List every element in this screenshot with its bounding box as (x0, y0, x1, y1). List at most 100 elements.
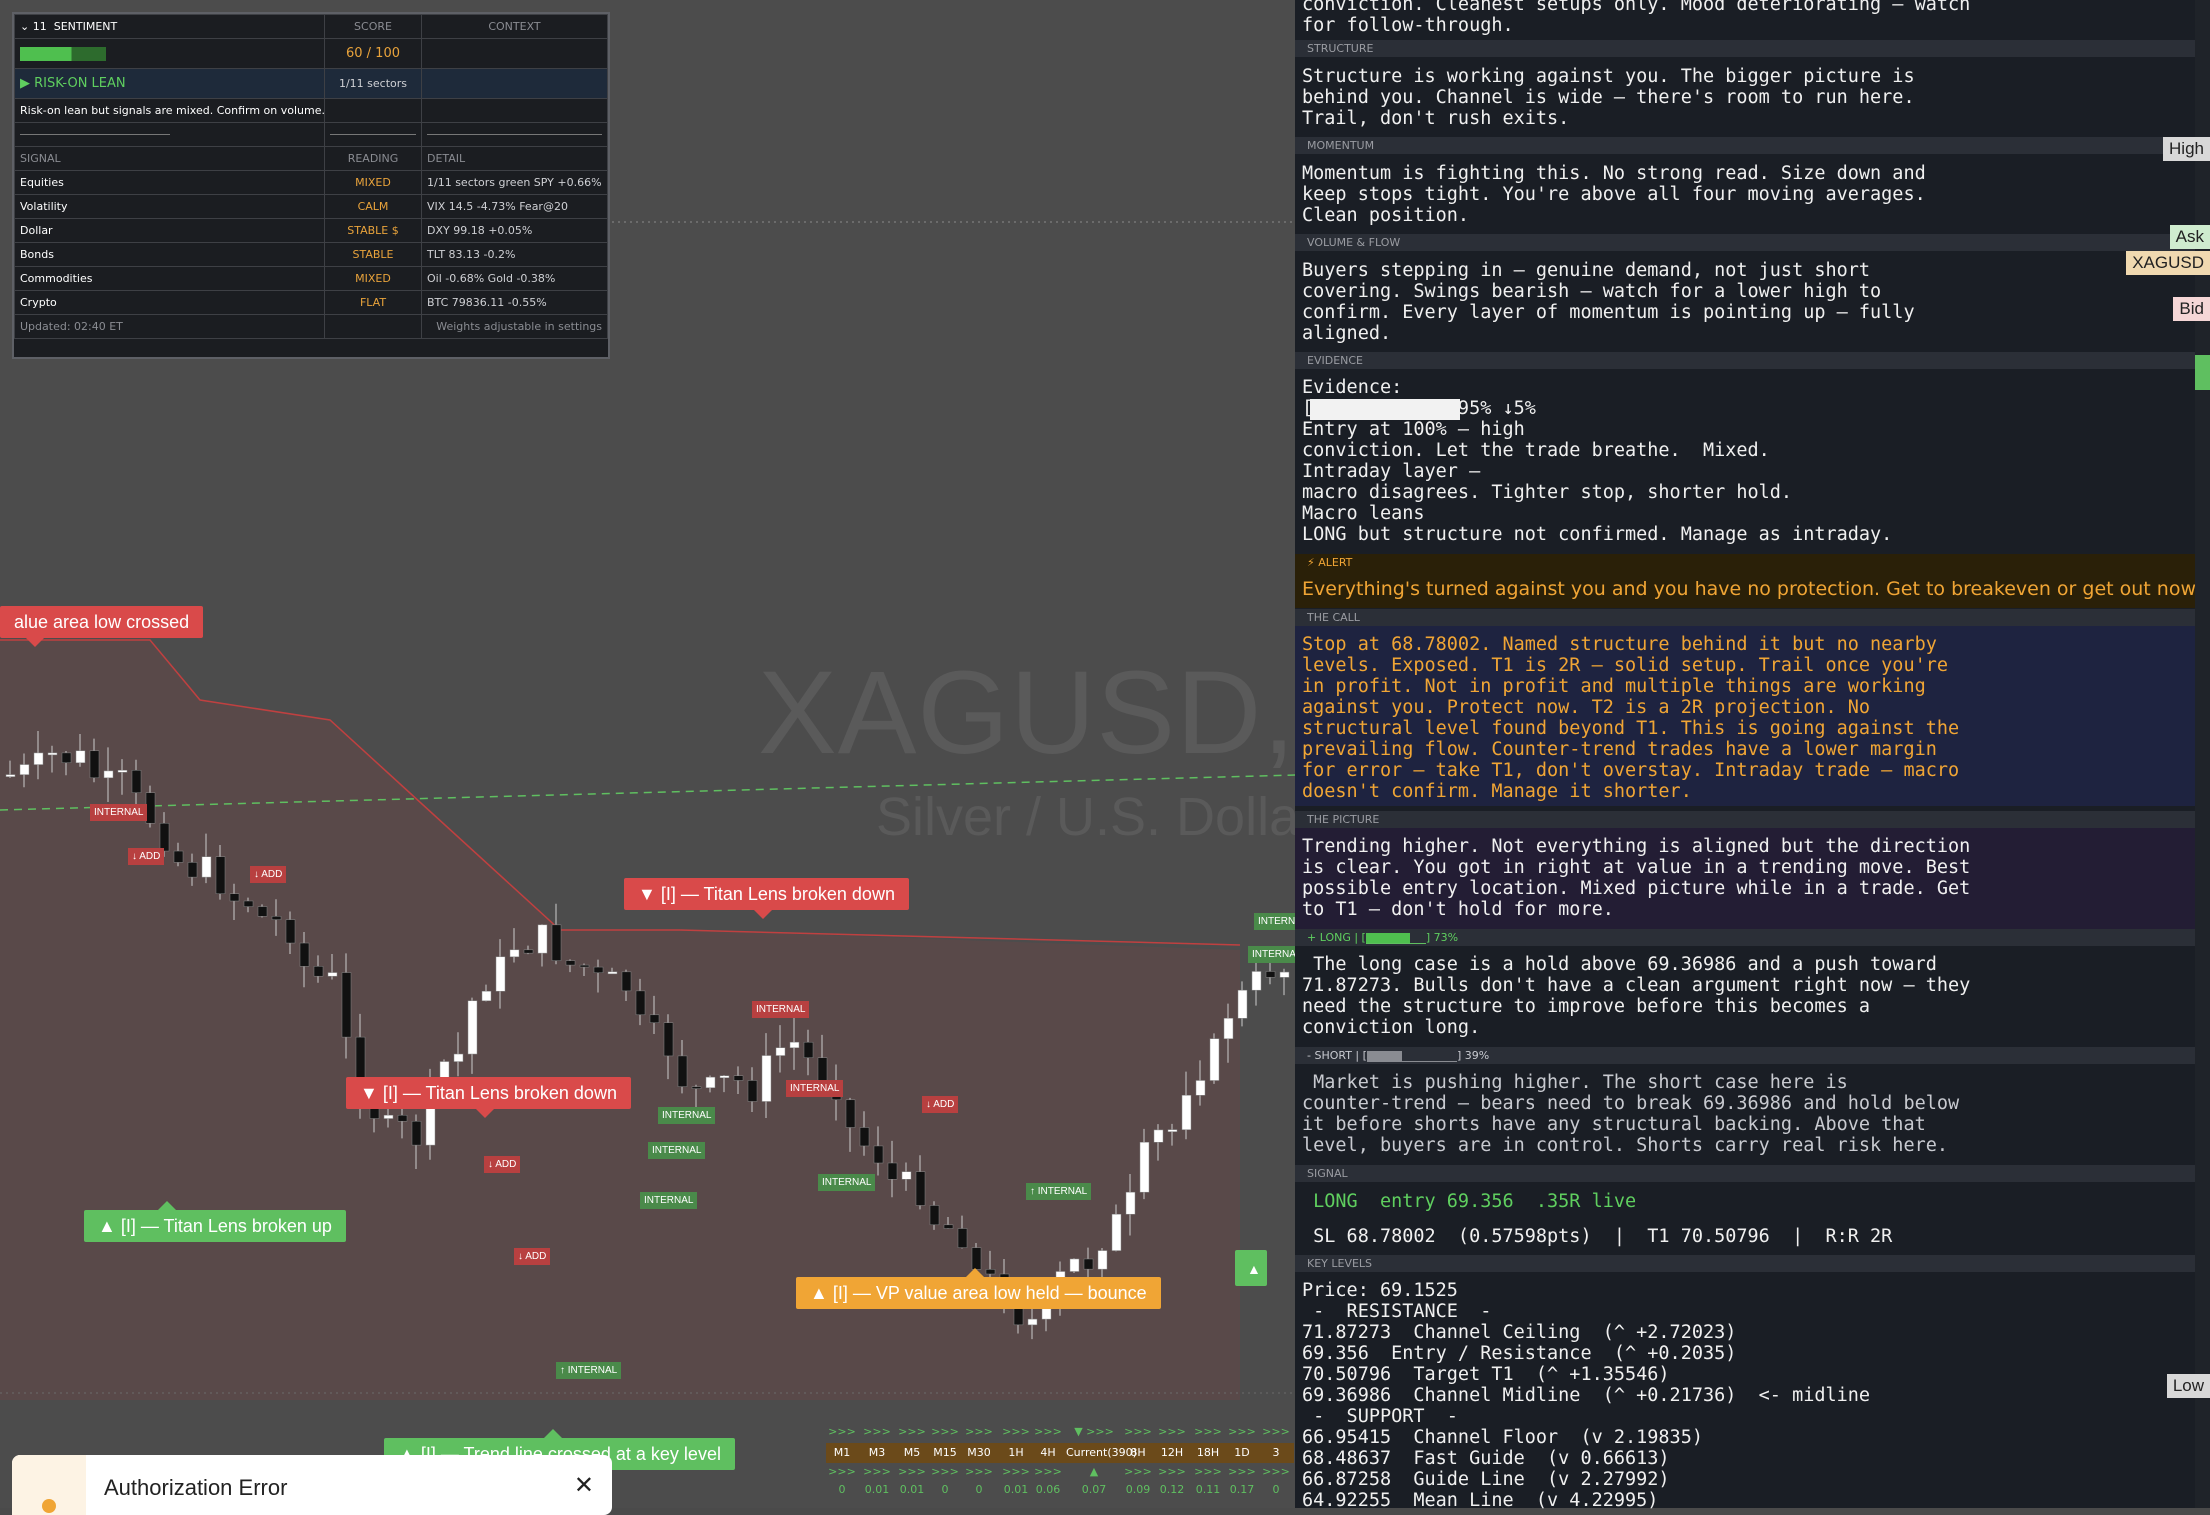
candle-body (677, 1055, 688, 1087)
tf-cell: 0 (975, 1483, 983, 1496)
sentiment-title: SENTIMENT (53, 20, 118, 33)
candle-body (495, 956, 506, 992)
candle-body (257, 906, 268, 917)
candle-body (1125, 1191, 1136, 1215)
col-reading: READING (324, 146, 422, 171)
sentiment-title-cell: ⌄ 11 SENTIMENT (14, 14, 325, 39)
section-signal: SIGNAL (1295, 1165, 2195, 1182)
candle-body (1265, 971, 1276, 978)
tf-cell: >>> (863, 1425, 891, 1438)
summary-score (324, 98, 422, 123)
candle-body (187, 862, 198, 878)
candle-body (901, 1171, 912, 1180)
sentiment-row: Equities MIXED 1/11 sectors green SPY +0.6… (14, 170, 608, 195)
label-text: alue area low crossed (14, 612, 190, 632)
signal-name: Equities (14, 170, 325, 195)
tf-cell[interactable]: 18H (1192, 1443, 1224, 1463)
divider-cell (421, 122, 608, 147)
tf-cell[interactable]: 8H (1122, 1443, 1154, 1463)
tf-cell[interactable]: M30 (963, 1443, 995, 1463)
candle-body (159, 822, 170, 852)
tf-cell[interactable]: 12H (1156, 1443, 1188, 1463)
tf-cell: 0.12 (1159, 1483, 1185, 1496)
candle-body (243, 900, 254, 907)
section-momentum: MOMENTUM (1295, 137, 2195, 154)
tf-cell: 0.01 (1003, 1483, 1029, 1496)
tf-cell: 0.17 (1229, 1483, 1255, 1496)
tf-cell: >>> (965, 1425, 993, 1438)
candle-body (467, 1000, 478, 1055)
tag-internal: INTERNAL (1248, 946, 1295, 963)
tag-internal: INTERNAL (90, 804, 148, 821)
tf-cell: >>> (1002, 1425, 1030, 1438)
candle-body (481, 990, 492, 1002)
tag-add: ↓ ADD (250, 866, 287, 883)
section-long: + LONG | [] 73% (1295, 929, 2195, 946)
signal-detail: TLT 83.13 -0.2% (421, 242, 608, 267)
tf-cell: >>> (1002, 1465, 1030, 1478)
footer-cell (324, 314, 422, 339)
sentiment-row: Crypto FLAT BTC 79836.11 -0.55% (14, 290, 608, 315)
signal-name: Dollar (14, 218, 325, 243)
candle-body (103, 770, 114, 779)
high-pill: High (2163, 137, 2210, 161)
candle-body (1251, 971, 1262, 991)
long-bar (1365, 932, 1426, 944)
tag-internal: INTERNAL (786, 1080, 844, 1097)
buy-marker: ▲ (1235, 1250, 1267, 1286)
tf-cell[interactable]: Current(390) (1066, 1443, 1137, 1463)
menu-icon[interactable]: ⌄ 11 (20, 20, 47, 33)
tf-cell[interactable]: 1H (1000, 1443, 1032, 1463)
auth-error-toast: Authorization Error ✕ (12, 1455, 612, 1515)
tf-cell: ▲ (1089, 1465, 1099, 1478)
updated-time: Updated: 02:40 ET (14, 314, 325, 339)
candle-body (411, 1120, 422, 1146)
candle-body (75, 750, 86, 763)
tf-cell[interactable]: 3 (1260, 1443, 1292, 1463)
tf-cell: >>> (1158, 1465, 1186, 1478)
candle-body (943, 1224, 954, 1229)
signal-detail: 1/11 sectors green SPY +0.66% (421, 170, 608, 195)
tf-cell: 0.11 (1195, 1483, 1221, 1496)
signal-reading: STABLE $ (324, 218, 422, 243)
candle-body (775, 1047, 786, 1056)
tf-cell: >>> (828, 1425, 856, 1438)
signal-detail: BTC 79836.11 -0.55% (421, 290, 608, 315)
levels-text: Price: 69.1525 - RESISTANCE - 71.87273 C… (1302, 1280, 1871, 1511)
tf-cell: 0 (941, 1483, 949, 1496)
close-icon[interactable]: ✕ (574, 1471, 594, 1500)
tf-cell: >>> (828, 1465, 856, 1478)
tf-cell[interactable]: 4H (1032, 1443, 1064, 1463)
candle-body (509, 949, 520, 958)
label-text: ▲ [I] — Titan Lens broken up (98, 1216, 332, 1236)
tf-cell[interactable]: M5 (896, 1443, 928, 1463)
section-levels: KEY LEVELS (1295, 1255, 2195, 1272)
divider-cell (14, 122, 325, 147)
signal-reading: MIXED (324, 266, 422, 291)
short-header: - SHORT | [ (1307, 1049, 1367, 1062)
candle-body (201, 856, 212, 878)
candle-body (5, 774, 16, 777)
tf-cell[interactable]: M1 (826, 1443, 858, 1463)
candle-body (705, 1076, 716, 1088)
tag-internal-up: ↑ INTERNAL (1026, 1183, 1092, 1200)
tag-internal: INTERNAL (818, 1174, 876, 1191)
tag-internal: INTERNAL (752, 1001, 810, 1018)
tf-cell[interactable]: M15 (929, 1443, 961, 1463)
tf-cell: 0.01 (864, 1483, 890, 1496)
tag-intern: INTERN (1254, 913, 1295, 930)
tf-cell: 0.01 (899, 1483, 925, 1496)
tf-cell[interactable]: M3 (861, 1443, 893, 1463)
score-bar-cell (14, 38, 325, 69)
sentiment-row: Volatility CALM VIX 14.5 -4.73% Fear@20 (14, 194, 608, 219)
picture-text: Trending higher. Not everything is align… (1302, 836, 1971, 920)
candle-body (299, 942, 310, 967)
candle-body (1027, 1318, 1038, 1326)
candle-body (635, 990, 646, 1016)
tf-cell[interactable]: 1D (1226, 1443, 1258, 1463)
section-alert: ⚡ ALERT (1295, 554, 2195, 571)
candle-body (327, 972, 338, 977)
tf-cell: >>> (1194, 1425, 1222, 1438)
warning-icon (12, 1455, 86, 1515)
candle-body (789, 1041, 800, 1048)
